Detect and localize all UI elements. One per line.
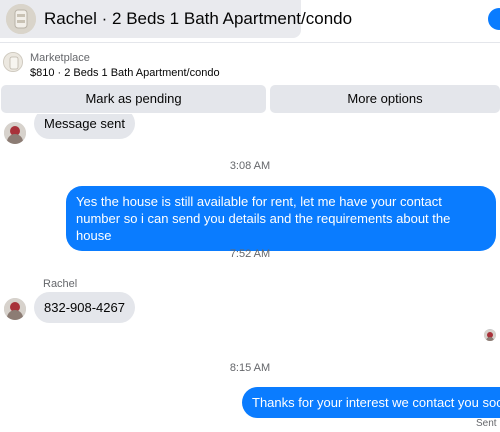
sender-name: Rachel	[43, 278, 78, 290]
listing-photo-icon	[6, 4, 36, 34]
seen-indicator-avatar	[484, 329, 496, 341]
message-incoming[interactable]: 832-908-4267	[34, 292, 135, 323]
profile-photo-icon	[4, 122, 26, 144]
profile-photo-icon	[4, 298, 26, 320]
more-options-button[interactable]: More options	[270, 85, 500, 113]
messenger-icon[interactable]	[488, 8, 500, 30]
rachel-avatar[interactable]	[4, 122, 26, 144]
message-outgoing[interactable]: Thanks for your interest we contact you …	[242, 387, 500, 418]
conversation-header: Rachel · 2 Beds 1 Bath Apartment/condo	[0, 0, 500, 42]
listing-summary[interactable]: $810 · 2 Beds 1 Bath Apartment/condo	[30, 67, 220, 80]
listing-thumbnail-icon	[4, 53, 22, 71]
listing-source: Marketplace	[30, 52, 90, 64]
message-timestamp: 8:15 AM	[229, 362, 271, 374]
message-timestamp: 7:52 AM	[229, 248, 271, 260]
header-divider	[0, 42, 500, 43]
rachel-avatar[interactable]	[4, 298, 26, 320]
listing-thumbnail	[3, 52, 23, 72]
message-incoming[interactable]: Message sent	[34, 114, 135, 139]
message-outgoing[interactable]: Yes the house is still available for ren…	[66, 186, 496, 251]
message-timestamp: 3:08 AM	[229, 160, 271, 172]
conversation-title-pill[interactable]: Rachel · 2 Beds 1 Bath Apartment/condo	[0, 0, 352, 38]
listing-avatar	[6, 4, 36, 34]
conversation-title: Rachel · 2 Beds 1 Bath Apartment/condo	[44, 9, 353, 28]
profile-photo-icon	[484, 330, 496, 341]
mark-as-pending-button[interactable]: Mark as pending	[1, 85, 266, 113]
listing-info: Marketplace $810 · 2 Beds 1 Bath Apartme…	[0, 44, 500, 84]
message-thread: Message sent 3:08 AM Yes the house is st…	[0, 114, 500, 432]
message-status: Sent	[476, 418, 497, 429]
